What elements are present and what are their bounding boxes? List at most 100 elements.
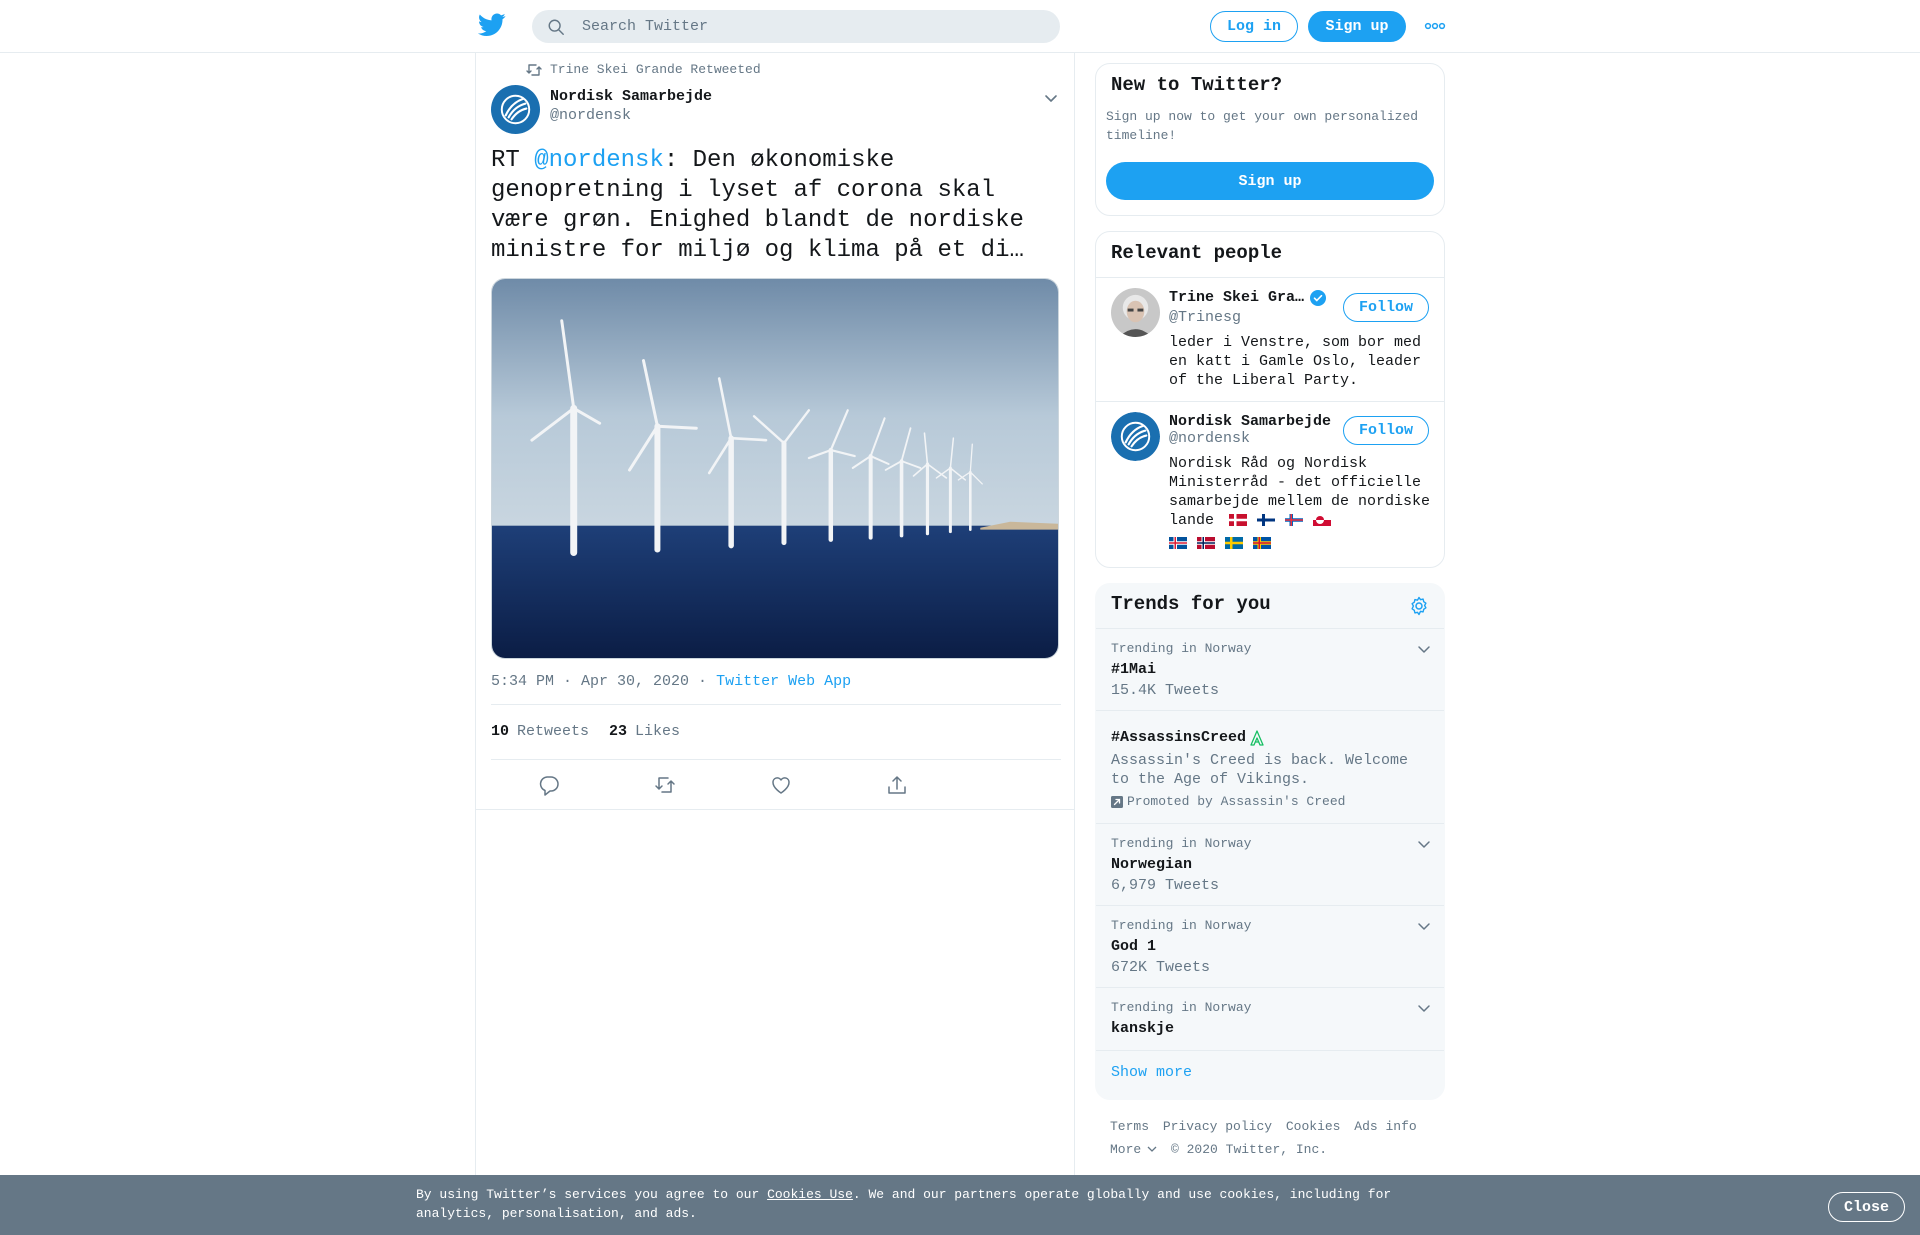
twitter-bird-icon[interactable] <box>478 13 506 37</box>
trend-item[interactable]: Trending in Norway Norwegian 6,979 Tweet… <box>1096 824 1444 906</box>
cookies-link[interactable]: Cookies <box>1286 1119 1341 1134</box>
finland-flag-icon <box>1257 514 1276 527</box>
promoted-label: Promoted by Assassin's Creed <box>1111 794 1345 809</box>
author-avatar[interactable] <box>491 85 540 134</box>
like-heart-icon[interactable] <box>770 774 792 796</box>
person-name-text: Trine Skei Gra… <box>1169 289 1305 306</box>
chevron-down-icon <box>1147 1146 1157 1152</box>
trend-count: 672K Tweets <box>1111 959 1211 976</box>
promoted-icon <box>1111 795 1123 808</box>
search-input[interactable] <box>582 15 1042 38</box>
trend-item[interactable]: Trending in Norway God 1 672K Tweets <box>1096 906 1444 988</box>
chevron-down-icon[interactable] <box>1042 89 1060 107</box>
divider <box>491 704 1061 705</box>
person-name[interactable]: Nordisk Samarbejde <box>1169 413 1331 430</box>
trend-description: Assassin's Creed is back. Welcome to the… <box>1111 752 1409 788</box>
ads-info-link[interactable]: Ads info <box>1354 1119 1416 1134</box>
show-more-link[interactable]: Show more <box>1111 1064 1192 1081</box>
person-bio: leder i Venstre, som bor med en katt i G… <box>1169 334 1422 389</box>
divider <box>476 809 1074 810</box>
person-name[interactable]: Trine Skei Gra… <box>1169 289 1327 306</box>
follow-button[interactable]: Follow <box>1343 293 1429 322</box>
trend-name: #AssassinsCreed <box>1111 729 1264 746</box>
promoted-trend-item[interactable]: #AssassinsCreed Assassin's Creed is back… <box>1096 711 1444 824</box>
sidebar-signup-button[interactable]: Sign up <box>1106 162 1434 200</box>
norway-flag-icon <box>1197 537 1215 550</box>
person-name-text: Nordisk Samarbejde <box>1169 413 1332 430</box>
mention-link[interactable]: @nordensk <box>534 147 664 174</box>
trend-count: 6,979 Tweets <box>1111 877 1220 894</box>
more-menu-label: More <box>1110 1142 1142 1157</box>
trend-item[interactable]: Trending in Norway kanskje <box>1096 988 1444 1051</box>
retweets-label: Retweets <box>517 723 590 740</box>
chevron-down-icon[interactable] <box>1416 918 1432 934</box>
sweden-flag-icon <box>1225 537 1243 550</box>
reply-icon[interactable] <box>538 774 560 796</box>
retweet-icon <box>526 63 542 76</box>
flags-row-1 <box>1229 514 1332 527</box>
footer-links: Terms Privacy policy Cookies Ads info Mo… <box>1110 1115 1450 1161</box>
copyright: © 2020 Twitter, Inc. <box>1171 1142 1328 1157</box>
privacy-policy-link[interactable]: Privacy policy <box>1163 1119 1272 1134</box>
verified-badge-icon <box>1310 289 1327 306</box>
new-to-twitter-description: Sign up now to get your own personalized… <box>1106 109 1419 143</box>
more-menu[interactable]: More <box>1110 1142 1157 1157</box>
top-header: Log in Sign up <box>0 0 1920 53</box>
author-handle[interactable]: @nordensk <box>550 107 631 124</box>
more-options-icon[interactable] <box>1424 18 1446 34</box>
chevron-down-icon[interactable] <box>1416 836 1432 852</box>
tweet-meta: 5:34 PM · Apr 30, 2020 · Twitter Web App <box>491 673 851 690</box>
trend-name: kanskje <box>1111 1020 1175 1037</box>
faroe-islands-flag-icon <box>1285 514 1304 527</box>
search-icon <box>548 19 564 35</box>
tweet-source-link[interactable]: Twitter Web App <box>716 673 851 690</box>
trend-context: Trending in Norway <box>1111 918 1252 933</box>
search-bar[interactable] <box>532 10 1060 43</box>
follow-button[interactable]: Follow <box>1343 416 1429 445</box>
gear-icon[interactable] <box>1409 596 1429 616</box>
trend-item[interactable]: Trending in Norway #1Mai 15.4K Tweets <box>1096 629 1444 711</box>
person-handle[interactable]: @Trinesg <box>1169 309 1241 326</box>
trend-context: Trending in Norway <box>1111 641 1252 656</box>
cookies-use-link[interactable]: Cookies Use <box>767 1187 853 1202</box>
person-card[interactable]: Trine Skei Gra… @Trinesg leder i Venstre… <box>1096 278 1444 401</box>
cookie-consent-bar: By using Twitter’s services you agree to… <box>0 1175 1920 1235</box>
meta-separator: · <box>689 673 717 690</box>
likes-stat[interactable]: 23 Likes <box>609 723 680 740</box>
close-cookie-button[interactable]: Close <box>1828 1192 1905 1222</box>
cookie-consent-text: By using Twitter’s services you agree to… <box>416 1185 1416 1223</box>
new-to-twitter-title: New to Twitter? <box>1111 74 1283 96</box>
trends-title: Trends for you <box>1111 593 1271 615</box>
person-card[interactable]: Nordisk Samarbejde @nordensk Nordisk Råd… <box>1096 402 1444 567</box>
tweet-photo-wind-turbines[interactable] <box>491 278 1059 659</box>
tweet-stats: 10 Retweets 23 Likes <box>491 723 680 740</box>
avatar[interactable] <box>1111 412 1160 461</box>
trends-header: Trends for you <box>1096 584 1444 629</box>
retweet-context: Trine Skei Grande Retweeted <box>526 62 761 77</box>
greenland-flag-icon <box>1313 514 1332 527</box>
trend-name: Norwegian <box>1111 856 1193 873</box>
share-icon[interactable] <box>886 774 908 796</box>
relevant-people-header: Relevant people <box>1096 232 1444 278</box>
trend-name: #1Mai <box>1111 661 1157 678</box>
retweet-context-label: Trine Skei Grande Retweeted <box>550 62 761 77</box>
aland-flag-icon <box>1253 537 1271 550</box>
tweet-timestamp[interactable]: 5:34 PM · Apr 30, 2020 <box>491 673 689 690</box>
chevron-down-icon[interactable] <box>1416 1000 1432 1016</box>
relevant-people-card: Relevant people Trine Skei Gra… @Trinesg… <box>1095 231 1445 568</box>
person-handle[interactable]: @nordensk <box>1169 430 1250 447</box>
login-button[interactable]: Log in <box>1210 11 1298 42</box>
person-bio: Nordisk Råd og Nordisk Ministerråd - det… <box>1169 454 1434 553</box>
retweet-action-icon[interactable] <box>654 774 676 796</box>
tweet-text-prefix: RT <box>491 147 535 174</box>
signup-button[interactable]: Sign up <box>1308 11 1406 42</box>
trend-context: Trending in Norway <box>1111 1000 1252 1015</box>
relevant-people-title: Relevant people <box>1111 242 1283 264</box>
avatar[interactable] <box>1111 288 1160 337</box>
chevron-down-icon[interactable] <box>1416 641 1432 657</box>
trend-name: God 1 <box>1111 938 1157 955</box>
author-name[interactable]: Nordisk Samarbejde <box>550 88 712 105</box>
terms-link[interactable]: Terms <box>1110 1119 1149 1134</box>
retweets-stat[interactable]: 10 Retweets <box>491 723 589 740</box>
new-to-twitter-card: New to Twitter? Sign up now to get your … <box>1095 63 1445 216</box>
